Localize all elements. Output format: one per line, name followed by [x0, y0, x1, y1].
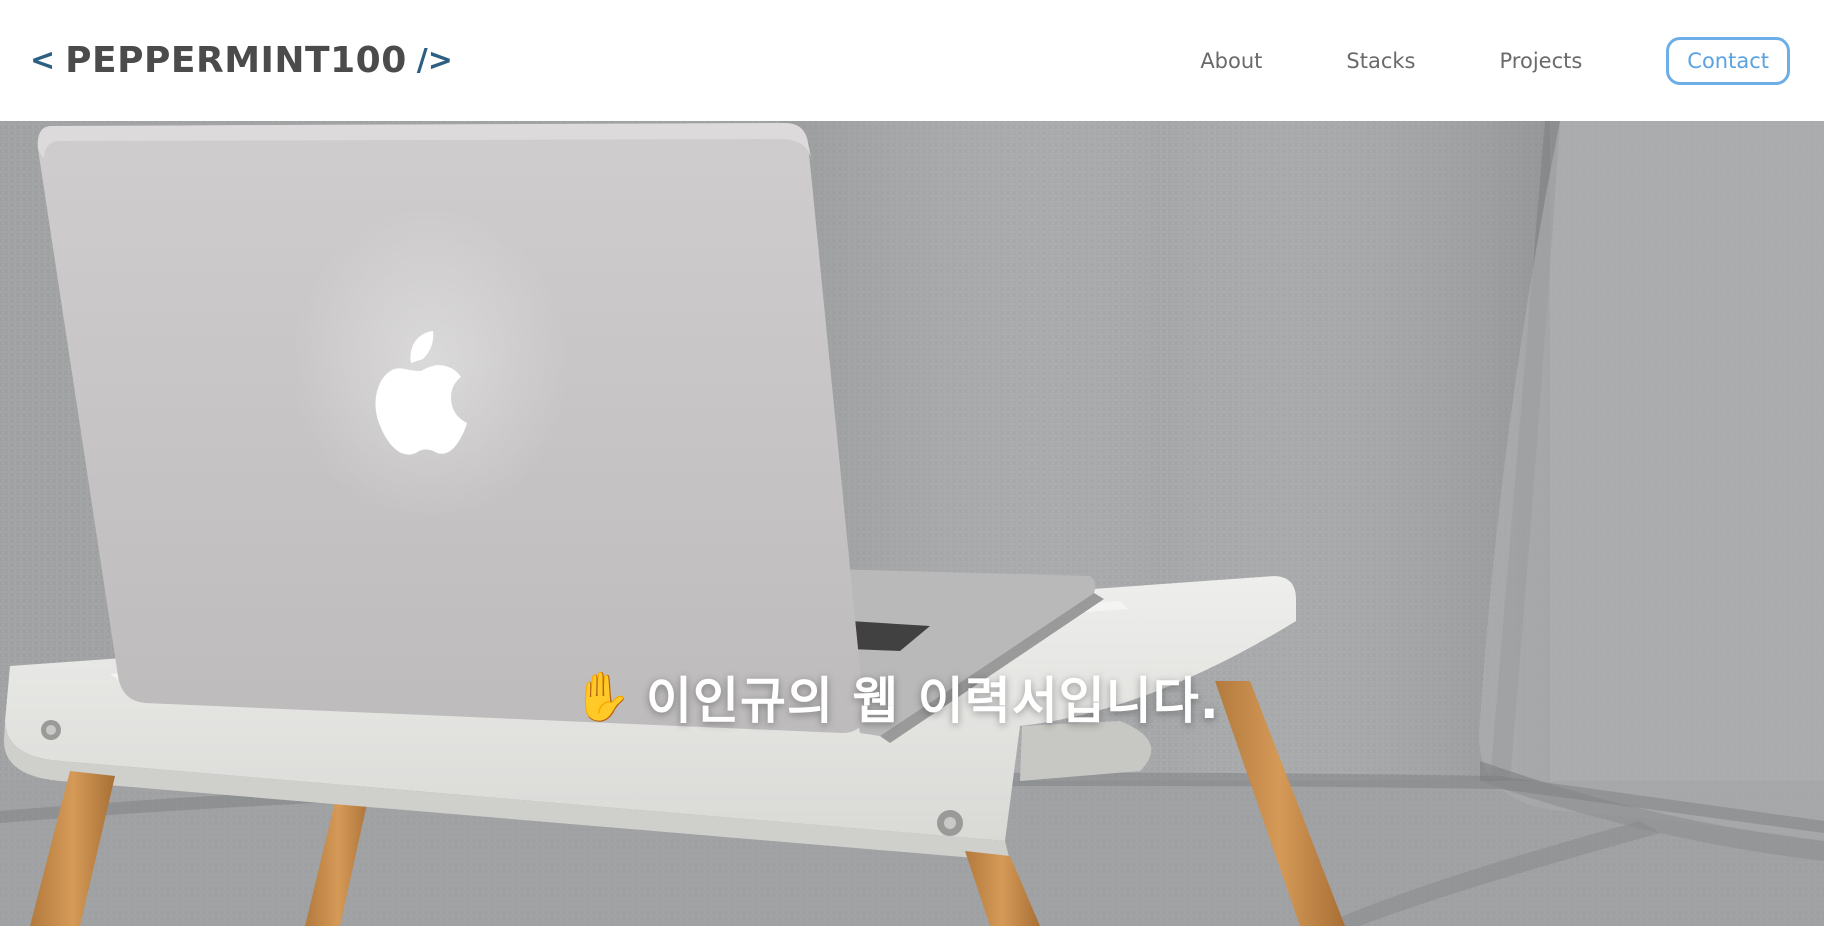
hero-message: ✋ 이인규의 웹 이력서입니다. — [0, 661, 1808, 733]
site-logo[interactable]: < PEPPERMINT100 /> — [30, 40, 453, 81]
main-nav: About Stacks Projects Contact — [1200, 36, 1790, 85]
logo-close-bracket: /> — [416, 43, 453, 78]
nav-about-link[interactable]: About — [1200, 49, 1262, 73]
nav-contact-button[interactable]: Contact — [1666, 36, 1790, 85]
site-header: < PEPPERMINT100 /> About Stacks Projects… — [0, 0, 1824, 121]
hero-background-image — [0, 121, 1824, 926]
nav-projects-link[interactable]: Projects — [1500, 49, 1583, 73]
logo-name: PEPPERMINT100 — [65, 40, 407, 81]
hero-headline: 이인규의 웹 이력서입니다. — [645, 672, 1220, 730]
nav-stacks-link[interactable]: Stacks — [1346, 49, 1415, 73]
hero-section: ✋ 이인규의 웹 이력서입니다. — [0, 121, 1824, 926]
raised-hand-icon: ✋ — [572, 669, 632, 725]
logo-open-bracket: < — [30, 43, 56, 78]
